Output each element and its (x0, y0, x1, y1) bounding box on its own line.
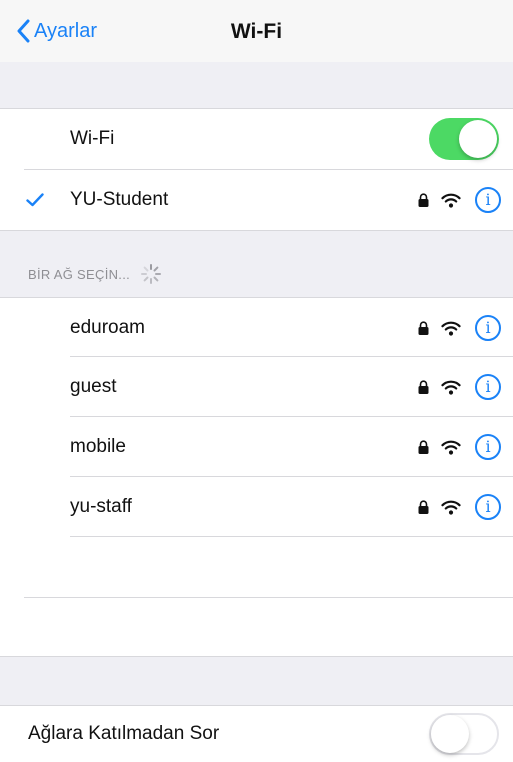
network-row[interactable]: eduroam i (0, 298, 513, 358)
wifi-signal-icon (441, 440, 461, 455)
network-name: guest (70, 376, 117, 397)
section-header: BİR AĞ SEÇİN... (28, 263, 162, 285)
network-name: yu-staff (70, 496, 132, 517)
network-name: YU-Student (70, 189, 169, 210)
divider (0, 656, 513, 657)
lock-icon (418, 500, 429, 514)
lock-icon (418, 193, 429, 207)
lock-icon (418, 440, 429, 454)
toggle-knob (431, 715, 469, 753)
wifi-signal-icon (441, 500, 461, 515)
info-button[interactable]: i (475, 315, 501, 341)
network-name: mobile (70, 436, 126, 457)
wifi-signal-icon (441, 321, 461, 336)
lock-icon (418, 321, 429, 335)
group-spacer-bottom (0, 657, 513, 705)
info-button[interactable]: i (475, 434, 501, 460)
wifi-toggle-row: Wi-Fi (0, 109, 513, 169)
wifi-signal-icon (441, 193, 461, 208)
info-button[interactable]: i (475, 374, 501, 400)
ask-to-join-toggle[interactable] (429, 713, 499, 755)
section-header-label: BİR AĞ SEÇİN... (28, 266, 131, 282)
wifi-signal-icon (441, 380, 461, 395)
toggle-knob (459, 120, 497, 158)
info-button[interactable]: i (475, 187, 501, 213)
page-title: Wi-Fi (230, 20, 283, 43)
navigation-bar: Ayarlar Wi-Fi (0, 0, 513, 62)
ask-to-join-label: Ağlara Katılmadan Sor (28, 723, 220, 744)
network-row[interactable]: mobile i (0, 417, 513, 477)
divider (24, 597, 513, 598)
ask-to-join-row: Ağlara Katılmadan Sor (0, 706, 513, 762)
network-row[interactable]: guest i (0, 357, 513, 417)
info-button[interactable]: i (475, 494, 501, 520)
checkmark-icon (26, 193, 44, 207)
wifi-label: Wi-Fi (70, 128, 115, 149)
wifi-toggle[interactable] (429, 118, 499, 160)
network-name: eduroam (70, 317, 145, 338)
divider (70, 536, 513, 537)
connected-network-row[interactable]: YU-Student i (0, 170, 513, 230)
lock-icon (418, 380, 429, 394)
network-row[interactable]: yu-staff i (0, 477, 513, 537)
loading-spinner-icon (141, 264, 162, 284)
group-spacer-top (0, 62, 513, 108)
